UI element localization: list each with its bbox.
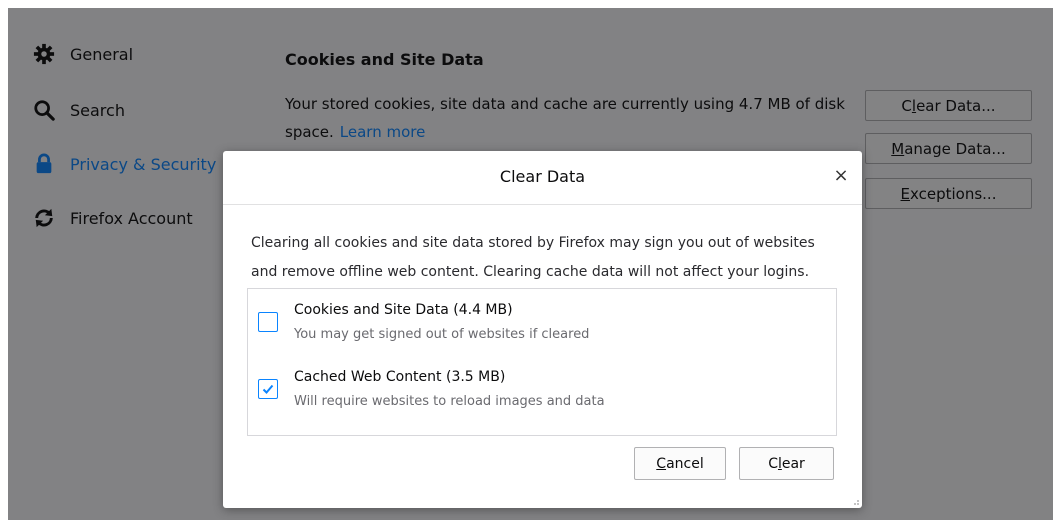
clear-data-dialog: Clear Data × Clearing all cookies and si…: [223, 151, 862, 508]
cache-checkbox[interactable]: [258, 379, 278, 399]
option-sublabel: You may get signed out of websites if cl…: [294, 327, 590, 342]
accesskey: C: [656, 455, 667, 472]
option-label: Cached Web Content (3.5 MB): [294, 369, 506, 385]
button-label-part: ancel: [666, 455, 704, 472]
option-label: Cookies and Site Data (4.4 MB): [294, 302, 513, 318]
close-icon[interactable]: ×: [830, 164, 852, 186]
dialog-header: Clear Data ×: [223, 151, 862, 205]
clear-button[interactable]: Cl ear: [739, 447, 834, 480]
button-label-part: C: [768, 455, 778, 472]
clear-options-list: Cookies and Site Data (4.4 MB) You may g…: [247, 288, 837, 436]
button-label-part: ear: [781, 455, 805, 472]
dialog-title: Clear Data: [499, 167, 586, 186]
preferences-page: General Search Privacy & Security Firefo…: [8, 8, 1053, 520]
dialog-description: Clearing all cookies and site data store…: [251, 235, 815, 280]
cancel-button[interactable]: Cancel: [634, 447, 726, 480]
checkmark-icon: [262, 384, 274, 394]
cookies-checkbox[interactable]: [258, 312, 278, 332]
resize-grip-icon[interactable]: [850, 496, 860, 506]
option-sublabel: Will require websites to reload images a…: [294, 394, 605, 409]
